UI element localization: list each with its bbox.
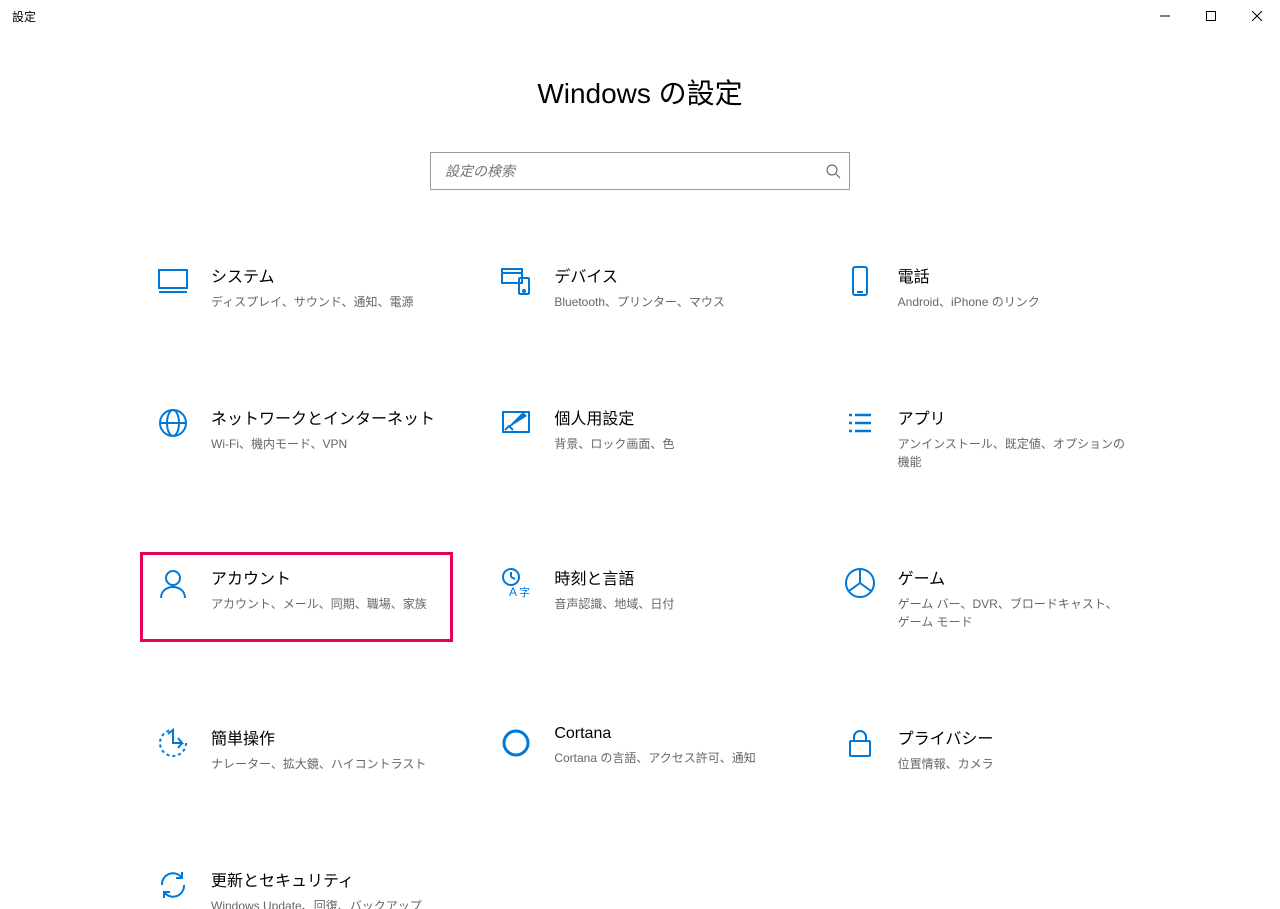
cortana-icon xyxy=(496,723,536,763)
tile-desc: ディスプレイ、サウンド、通知、電源 xyxy=(211,293,440,311)
tile-apps[interactable]: アプリ アンインストール、既定値、オプションの機能 xyxy=(827,392,1140,482)
tile-desc: 音声認識、地域、日付 xyxy=(554,595,783,613)
tile-devices[interactable]: デバイス Bluetooth、プリンター、マウス xyxy=(483,250,796,322)
tile-privacy[interactable]: プライバシー 位置情報、カメラ xyxy=(827,712,1140,784)
svg-text:A: A xyxy=(509,585,517,599)
tile-accounts[interactable]: アカウント アカウント、メール、同期、職場、家族 xyxy=(140,552,453,642)
tile-update-security[interactable]: 更新とセキュリティ Windows Update、回復、バックアップ xyxy=(140,854,453,909)
tile-desc: ナレーター、拡大鏡、ハイコントラスト xyxy=(211,755,440,773)
tile-desc: Bluetooth、プリンター、マウス xyxy=(554,293,783,311)
tile-desc: 位置情報、カメラ xyxy=(898,755,1127,773)
accounts-icon xyxy=(153,563,193,603)
tile-title: 簡単操作 xyxy=(211,725,440,749)
tile-title: 時刻と言語 xyxy=(554,565,783,589)
tile-cortana[interactable]: Cortana Cortana の言語、アクセス許可、通知 xyxy=(483,712,796,784)
tile-phone[interactable]: 電話 Android、iPhone のリンク xyxy=(827,250,1140,322)
search-wrap xyxy=(0,152,1280,190)
tile-title: プライバシー xyxy=(898,725,1127,749)
time-language-icon: A 字 xyxy=(496,563,536,603)
tile-system[interactable]: システム ディスプレイ、サウンド、通知、電源 xyxy=(140,250,453,322)
minimize-button[interactable] xyxy=(1142,0,1188,32)
settings-grid: システム ディスプレイ、サウンド、通知、電源 デバイス Bluetooth、プリ… xyxy=(140,250,1140,909)
tile-title: Cortana xyxy=(554,725,783,743)
maximize-button[interactable] xyxy=(1188,0,1234,32)
apps-icon xyxy=(840,403,880,443)
tile-time-language[interactable]: A 字 時刻と言語 音声認識、地域、日付 xyxy=(483,552,796,642)
tile-title: アカウント xyxy=(211,565,440,589)
tile-title: 更新とセキュリティ xyxy=(211,867,440,891)
update-icon xyxy=(153,865,193,905)
system-icon xyxy=(153,261,193,301)
tile-title: システム xyxy=(211,263,440,287)
tile-gaming[interactable]: ゲーム ゲーム バー、DVR、ブロードキャスト、ゲーム モード xyxy=(827,552,1140,642)
tile-desc: アカウント、メール、同期、職場、家族 xyxy=(211,595,440,613)
tile-title: アプリ xyxy=(898,405,1127,429)
privacy-icon xyxy=(840,723,880,763)
svg-text:字: 字 xyxy=(519,585,530,599)
tile-personalization[interactable]: 個人用設定 背景、ロック画面、色 xyxy=(483,392,796,482)
tile-title: 電話 xyxy=(898,263,1127,287)
tile-title: ネットワークとインターネット xyxy=(211,405,440,429)
tile-desc: Wi-Fi、機内モード、VPN xyxy=(211,435,440,453)
network-icon xyxy=(153,403,193,443)
close-button[interactable] xyxy=(1234,0,1280,32)
ease-of-access-icon xyxy=(153,723,193,763)
search-input[interactable] xyxy=(443,162,825,180)
devices-icon xyxy=(496,261,536,301)
gaming-icon xyxy=(840,563,880,603)
tile-ease-of-access[interactable]: 簡単操作 ナレーター、拡大鏡、ハイコントラスト xyxy=(140,712,453,784)
tile-network[interactable]: ネットワークとインターネット Wi-Fi、機内モード、VPN xyxy=(140,392,453,482)
tile-desc: ゲーム バー、DVR、ブロードキャスト、ゲーム モード xyxy=(898,595,1127,631)
search-icon xyxy=(825,163,841,179)
window-title: 設定 xyxy=(12,8,36,25)
titlebar: 設定 xyxy=(0,0,1280,32)
tile-desc: Windows Update、回復、バックアップ xyxy=(211,897,440,909)
phone-icon xyxy=(840,261,880,301)
tile-title: 個人用設定 xyxy=(554,405,783,429)
tile-desc: アンインストール、既定値、オプションの機能 xyxy=(898,435,1127,471)
page-header: Windows の設定 xyxy=(0,72,1280,112)
tile-desc: 背景、ロック画面、色 xyxy=(554,435,783,453)
tile-desc: Android、iPhone のリンク xyxy=(898,293,1127,311)
tile-title: ゲーム xyxy=(898,565,1127,589)
search-box[interactable] xyxy=(430,152,850,190)
page-title: Windows の設定 xyxy=(0,72,1280,112)
tile-desc: Cortana の言語、アクセス許可、通知 xyxy=(554,749,783,767)
window-controls xyxy=(1142,0,1280,32)
tile-title: デバイス xyxy=(554,263,783,287)
personalization-icon xyxy=(496,403,536,443)
